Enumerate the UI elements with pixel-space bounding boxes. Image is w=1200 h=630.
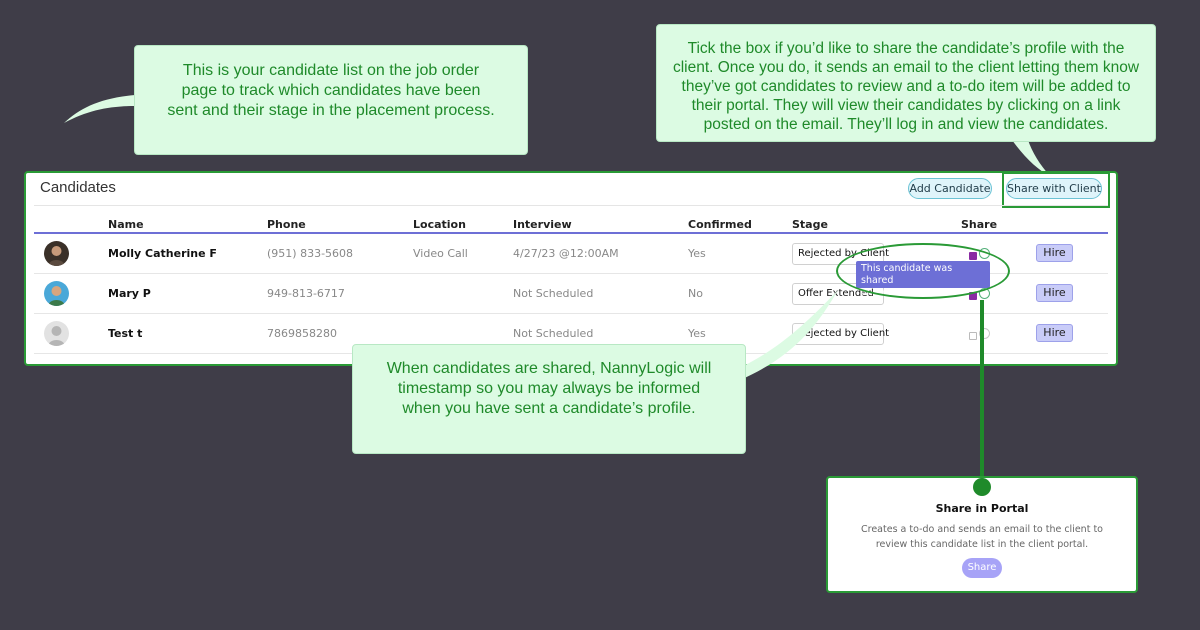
hire-button[interactable]: Hire: [1036, 324, 1073, 342]
column-header-location: Location: [413, 218, 466, 231]
candidate-phone: 949-813-6717: [267, 287, 345, 300]
candidate-interview: Not Scheduled: [513, 287, 594, 300]
avatar: [44, 241, 69, 266]
candidate-name[interactable]: Molly Catherine F: [108, 247, 217, 260]
portal-description: Creates a to-do and sends an email to th…: [861, 524, 1103, 550]
panel-divider: [34, 205, 1108, 206]
portal-share-button[interactable]: Share: [962, 558, 1002, 578]
callout-bottom: When candidates are shared, NannyLogic w…: [352, 344, 746, 454]
callout-top-left: This is your candidate list on the job o…: [134, 45, 528, 155]
column-header-confirmed: Confirmed: [688, 218, 752, 231]
connector-line: [980, 300, 984, 488]
panel-title: Candidates: [40, 179, 116, 196]
callout-top-right-text: Tick the box if you’d like to share the …: [672, 40, 1140, 133]
callout-top-left-text: This is your candidate list on the job o…: [167, 62, 495, 119]
column-header-name: Name: [108, 218, 144, 231]
candidate-phone: 7869858280: [267, 327, 337, 340]
candidate-confirmed: Yes: [688, 247, 706, 260]
column-header-share: Share: [961, 218, 998, 231]
candidates-panel: Candidates Add Candidate Share with Clie…: [24, 171, 1118, 366]
hire-button[interactable]: Hire: [1036, 284, 1073, 302]
candidate-name[interactable]: Mary P: [108, 287, 151, 300]
callout-top-right: Tick the box if you’d like to share the …: [656, 24, 1156, 142]
candidate-location: Video Call: [413, 247, 468, 260]
candidate-name[interactable]: Test t: [108, 327, 142, 340]
candidate-confirmed: No: [688, 287, 703, 300]
share-checkbox[interactable]: [969, 332, 977, 340]
avatar: [44, 281, 69, 306]
candidate-interview: Not Scheduled: [513, 327, 594, 340]
candidate-interview: 4/27/23 @12:00AM: [513, 247, 619, 260]
connector-dot: [973, 478, 991, 496]
candidate-phone: (951) 833-5608: [267, 247, 354, 260]
avatar: [44, 321, 69, 346]
share-column-highlight: [836, 243, 1010, 299]
callout-tail-bottom: [735, 290, 838, 380]
portal-title: Share in Portal: [935, 502, 1029, 515]
share-button-highlight: [1002, 172, 1110, 208]
column-header-stage: Stage: [792, 218, 828, 231]
candidate-confirmed: Yes: [688, 327, 706, 340]
callout-bottom-text: When candidates are shared, NannyLogic w…: [386, 360, 712, 417]
hire-button[interactable]: Hire: [1036, 244, 1073, 262]
column-header-interview: Interview: [513, 218, 572, 231]
add-candidate-button[interactable]: Add Candidate: [908, 178, 992, 199]
column-header-phone: Phone: [267, 218, 306, 231]
